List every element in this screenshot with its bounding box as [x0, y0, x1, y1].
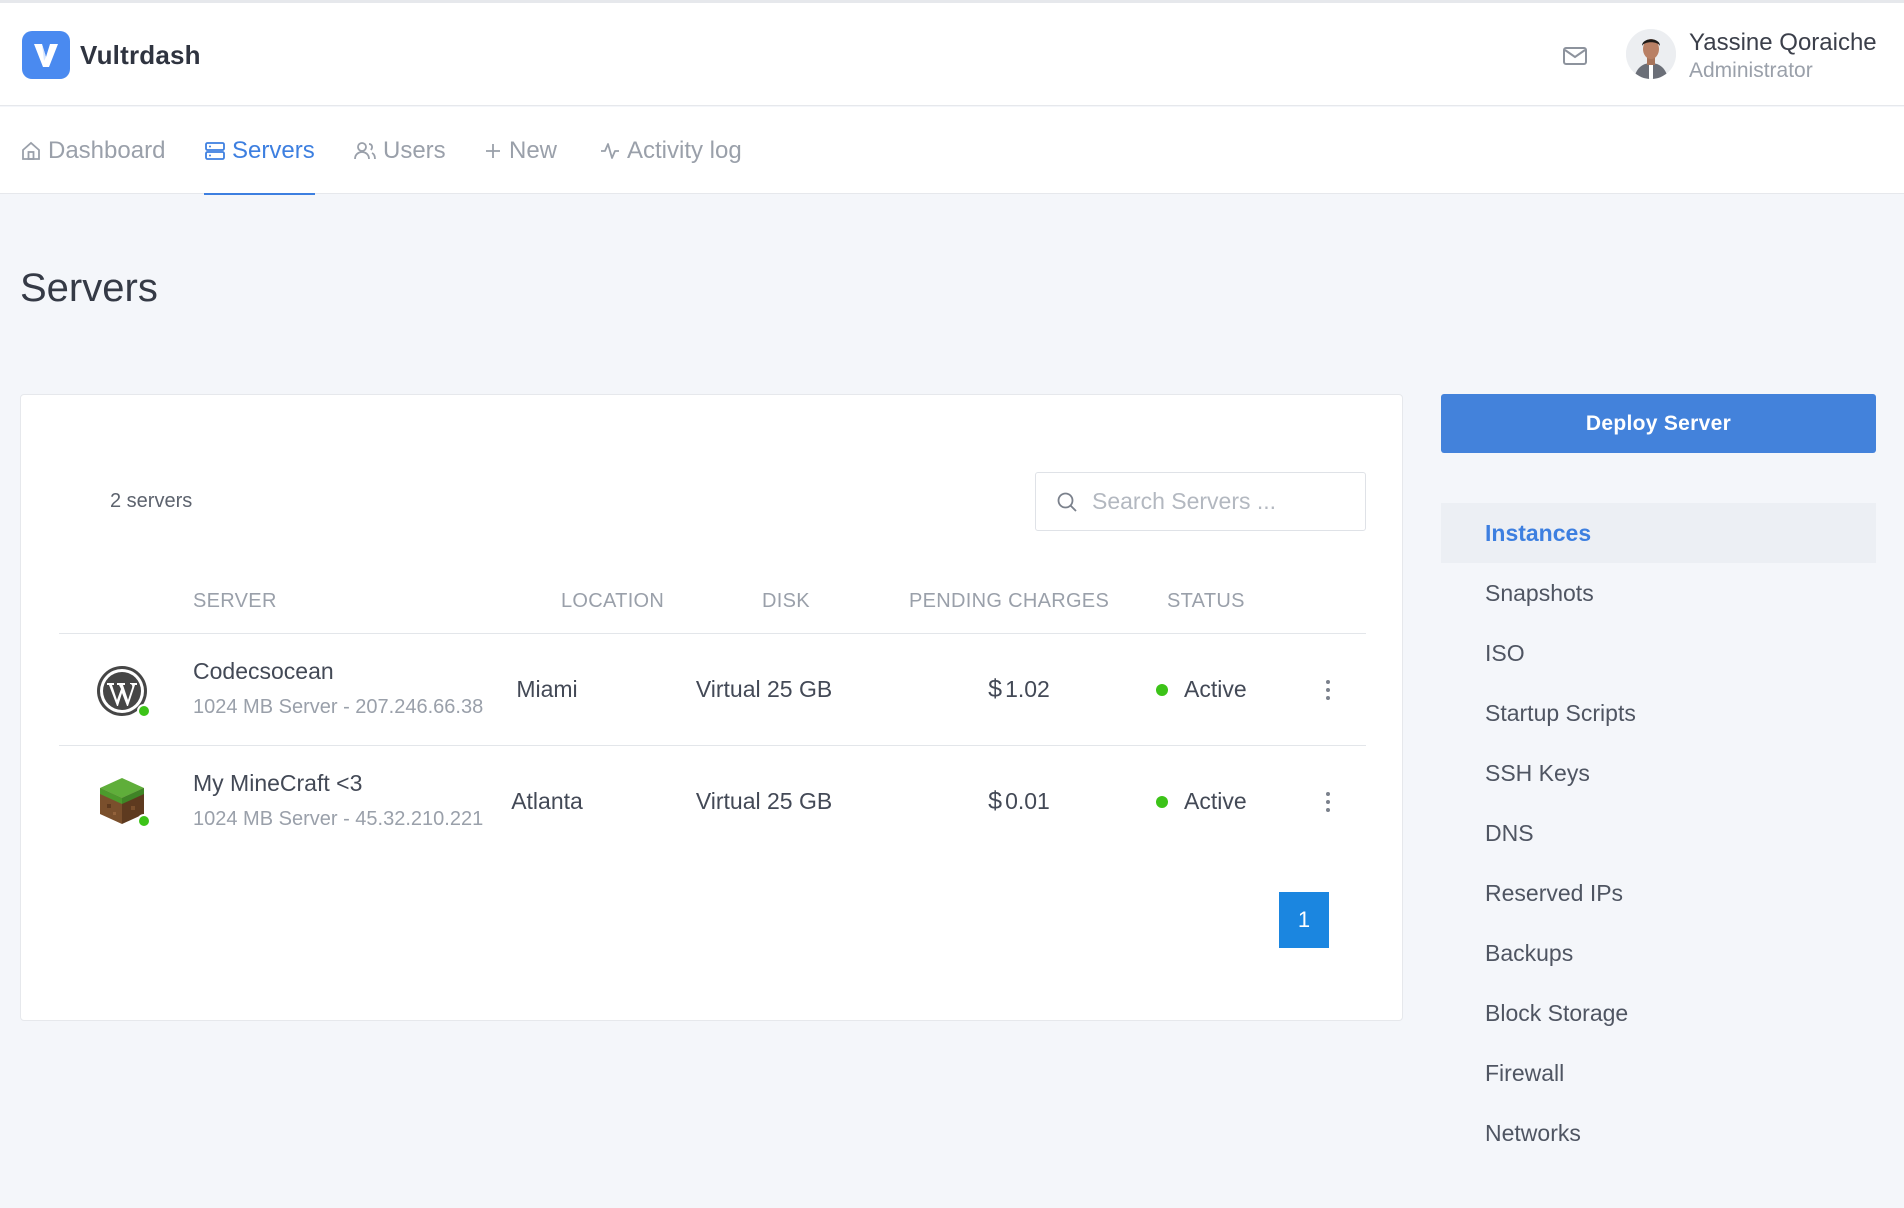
minecraft-icon	[95, 774, 151, 828]
sidebar-item-backups[interactable]: Backups	[1441, 923, 1876, 983]
nav-label: New	[509, 136, 558, 164]
currency-symbol: $	[988, 787, 1003, 815]
search-box[interactable]	[1035, 472, 1366, 531]
pagination-page-1[interactable]: 1	[1279, 892, 1329, 948]
main-nav: Dashboard Servers Users New Activity log	[0, 107, 1904, 195]
sidebar-item-firewall[interactable]: Firewall	[1441, 1043, 1876, 1103]
sidebar-item-networks[interactable]: Networks	[1441, 1103, 1876, 1163]
sidebar-item-iso[interactable]: ISO	[1441, 623, 1876, 683]
more-options-icon[interactable]	[1318, 790, 1338, 814]
vultr-logo-icon	[22, 31, 70, 79]
server-location: Atlanta	[511, 788, 583, 814]
server-charges: $ 0.01	[959, 746, 1079, 857]
activity-icon	[601, 142, 619, 159]
column-header-pending-charges: PENDING CHARGES	[909, 590, 1110, 612]
server-status: Active	[1156, 634, 1247, 745]
server-disk: Virtual 25 GB	[695, 676, 833, 702]
online-indicator	[137, 814, 151, 828]
sidebar-item-snapshots[interactable]: Snapshots	[1441, 563, 1876, 623]
server-name[interactable]: My MineCraft <3	[193, 770, 362, 797]
server-disk: Virtual 25 GB	[695, 788, 833, 814]
status-dot	[1156, 795, 1168, 808]
table-row[interactable]: My MineCraft <3 1024 MB Server - 45.32.2…	[59, 746, 1366, 857]
avatar[interactable]	[1626, 29, 1676, 79]
deploy-server-button[interactable]: Deploy Server	[1441, 394, 1876, 453]
wordpress-icon	[95, 664, 151, 718]
nav-item-servers[interactable]: Servers	[204, 107, 315, 195]
users-icon	[354, 141, 376, 159]
user-role: Administrator	[1689, 59, 1813, 82]
nav-label: Servers	[232, 136, 315, 164]
search-icon	[1057, 492, 1077, 512]
nav-item-new[interactable]: New	[483, 107, 557, 194]
server-icon	[205, 141, 225, 160]
column-header-status: STATUS	[1167, 590, 1245, 612]
sidebar-item-instances[interactable]: Instances	[1441, 503, 1876, 563]
brand-name: Vultrdash	[80, 39, 201, 70]
brand[interactable]: Vultrdash	[22, 31, 201, 79]
nav-label: Dashboard	[48, 136, 166, 164]
nav-label: Activity log	[627, 136, 742, 164]
status-label: Active	[1184, 676, 1247, 702]
charge-amount: 1.02	[1005, 676, 1050, 702]
nav-item-dashboard[interactable]: Dashboard	[20, 107, 165, 194]
nav-label: Users	[383, 136, 446, 164]
user-name: Yassine Qoraiche	[1689, 29, 1877, 56]
sidebar-item-block-storage[interactable]: Block Storage	[1441, 983, 1876, 1043]
charge-amount: 0.01	[1005, 788, 1050, 814]
sidebar-item-dns[interactable]: DNS	[1441, 803, 1876, 863]
server-name[interactable]: Codecsocean	[193, 658, 334, 685]
page-title: Servers	[20, 266, 158, 310]
server-location: Miami	[516, 676, 578, 702]
app-header: Vultrdash Yassine Qoraiche Administrator	[0, 3, 1904, 106]
status-label: Active	[1184, 788, 1247, 814]
nav-item-activity-log[interactable]: Activity log	[599, 107, 742, 194]
column-header-disk: DISK	[762, 590, 810, 612]
sidebar-item-startup-scripts[interactable]: Startup Scripts	[1441, 683, 1876, 743]
column-header-location: LOCATION	[561, 590, 665, 612]
more-options-icon[interactable]	[1318, 678, 1338, 702]
server-count: 2 servers	[110, 490, 193, 512]
sidebar-item-reserved-ips[interactable]: Reserved IPs	[1441, 863, 1876, 923]
sidebar-item-ssh-keys[interactable]: SSH Keys	[1441, 743, 1876, 803]
currency-symbol: $	[988, 675, 1003, 703]
server-details: 1024 MB Server - 45.32.210.221	[193, 808, 484, 830]
mail-icon[interactable]	[1562, 45, 1590, 69]
server-charges: $ 1.02	[959, 634, 1079, 745]
nav-item-users[interactable]: Users	[353, 107, 446, 194]
home-icon	[22, 141, 40, 160]
online-indicator	[137, 704, 151, 718]
status-dot	[1156, 683, 1168, 696]
table-row[interactable]: Codecsocean 1024 MB Server - 207.246.66.…	[59, 634, 1366, 745]
plus-icon	[486, 143, 500, 158]
column-header-server: SERVER	[193, 590, 277, 612]
server-details: 1024 MB Server - 207.246.66.38	[193, 696, 484, 718]
servers-card: 2 servers SERVER LOCATION DISK PENDING C…	[20, 394, 1403, 1021]
server-status: Active	[1156, 746, 1247, 857]
search-input[interactable]	[1092, 488, 1342, 515]
